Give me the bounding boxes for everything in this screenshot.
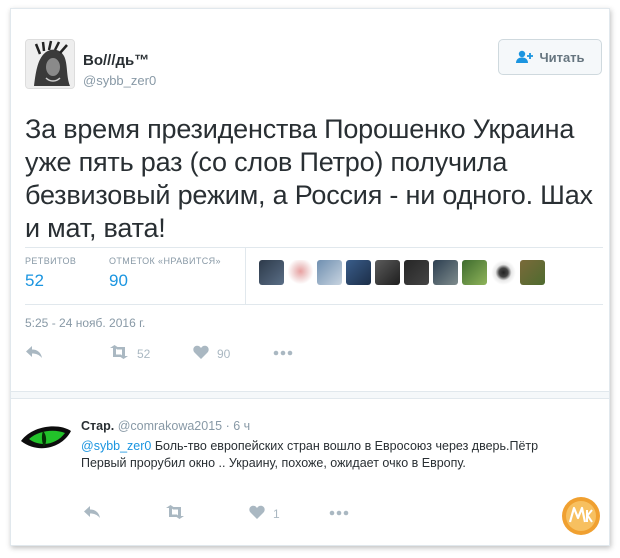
heart-icon bbox=[193, 345, 209, 362]
likes-stat[interactable]: ОТМЕТОК «НРАВИТСЯ» 90 bbox=[109, 256, 221, 291]
add-user-icon bbox=[515, 50, 534, 64]
like-count: 90 bbox=[217, 346, 231, 361]
liker-avatar[interactable] bbox=[520, 260, 545, 285]
reply-icon bbox=[83, 505, 101, 522]
likes-count: 90 bbox=[109, 271, 128, 290]
author-avatar[interactable] bbox=[25, 39, 75, 89]
reply-button[interactable] bbox=[25, 345, 43, 362]
likers-avatars bbox=[259, 260, 545, 285]
reply-icon bbox=[25, 345, 43, 362]
liker-avatar[interactable] bbox=[288, 260, 313, 285]
tweet-stats: РЕТВИТОВ 52 ОТМЕТОК «НРАВИТСЯ» 90 bbox=[25, 247, 603, 305]
tweet-timestamp[interactable]: 5:25 - 24 нояб. 2016 г. bbox=[25, 316, 145, 330]
reply-more-button[interactable] bbox=[329, 505, 349, 519]
author-handle[interactable]: @sybb_zer0 bbox=[83, 73, 156, 88]
reply-author-meta[interactable]: @comrakowa2015 · 6 ч bbox=[118, 419, 250, 433]
tweet-card: Во///дь™ @sybb_zer0 Читать За время през… bbox=[10, 8, 610, 546]
heart-icon bbox=[249, 505, 265, 522]
liker-avatar[interactable] bbox=[259, 260, 284, 285]
avatar-image-icon bbox=[26, 40, 74, 88]
tweet-text: За время президенства Порошенко Украина … bbox=[25, 114, 593, 243]
retweet-icon bbox=[109, 345, 129, 362]
likes-label: ОТМЕТОК «НРАВИТСЯ» bbox=[109, 256, 221, 266]
retweets-stat[interactable]: РЕТВИТОВ 52 bbox=[25, 256, 76, 291]
retweets-count: 52 bbox=[25, 271, 44, 290]
logo-icon bbox=[562, 497, 600, 535]
reply-retweet-button[interactable] bbox=[165, 505, 185, 522]
liker-avatar[interactable] bbox=[491, 260, 516, 285]
more-icon bbox=[329, 505, 349, 519]
liker-avatar[interactable] bbox=[462, 260, 487, 285]
site-logo-watermark bbox=[561, 496, 601, 536]
liker-avatar[interactable] bbox=[346, 260, 371, 285]
retweets-label: РЕТВИТОВ bbox=[25, 256, 77, 266]
reply-author-name[interactable]: Стар. bbox=[81, 419, 114, 433]
stats-divider bbox=[245, 248, 246, 304]
reply-text: @sybb_zer0 Боль-тво европейских стран во… bbox=[81, 438, 581, 472]
follow-label: Читать bbox=[539, 49, 585, 65]
more-button[interactable] bbox=[273, 345, 293, 359]
reply-mention[interactable]: @sybb_zer0 bbox=[81, 439, 151, 453]
like-button[interactable]: 90 bbox=[193, 345, 230, 362]
reply-reply-button[interactable] bbox=[83, 505, 101, 522]
reply-like-button[interactable]: 1 bbox=[249, 505, 280, 522]
reply-like-count: 1 bbox=[273, 506, 280, 521]
liker-avatar[interactable] bbox=[317, 260, 342, 285]
green-eye-icon bbox=[19, 417, 73, 461]
author-name[interactable]: Во///дь™ bbox=[83, 52, 149, 69]
follow-button[interactable]: Читать bbox=[498, 39, 602, 75]
liker-avatar[interactable] bbox=[375, 260, 400, 285]
retweet-count: 52 bbox=[137, 346, 151, 361]
retweet-icon bbox=[165, 505, 185, 522]
more-icon bbox=[273, 345, 293, 359]
reply-author-avatar[interactable] bbox=[19, 417, 73, 461]
liker-avatar[interactable] bbox=[433, 260, 458, 285]
retweet-button[interactable]: 52 bbox=[109, 345, 150, 362]
liker-avatar[interactable] bbox=[404, 260, 429, 285]
section-divider bbox=[11, 391, 609, 399]
reply-header: Стар. @comrakowa2015 · 6 ч bbox=[81, 419, 250, 433]
